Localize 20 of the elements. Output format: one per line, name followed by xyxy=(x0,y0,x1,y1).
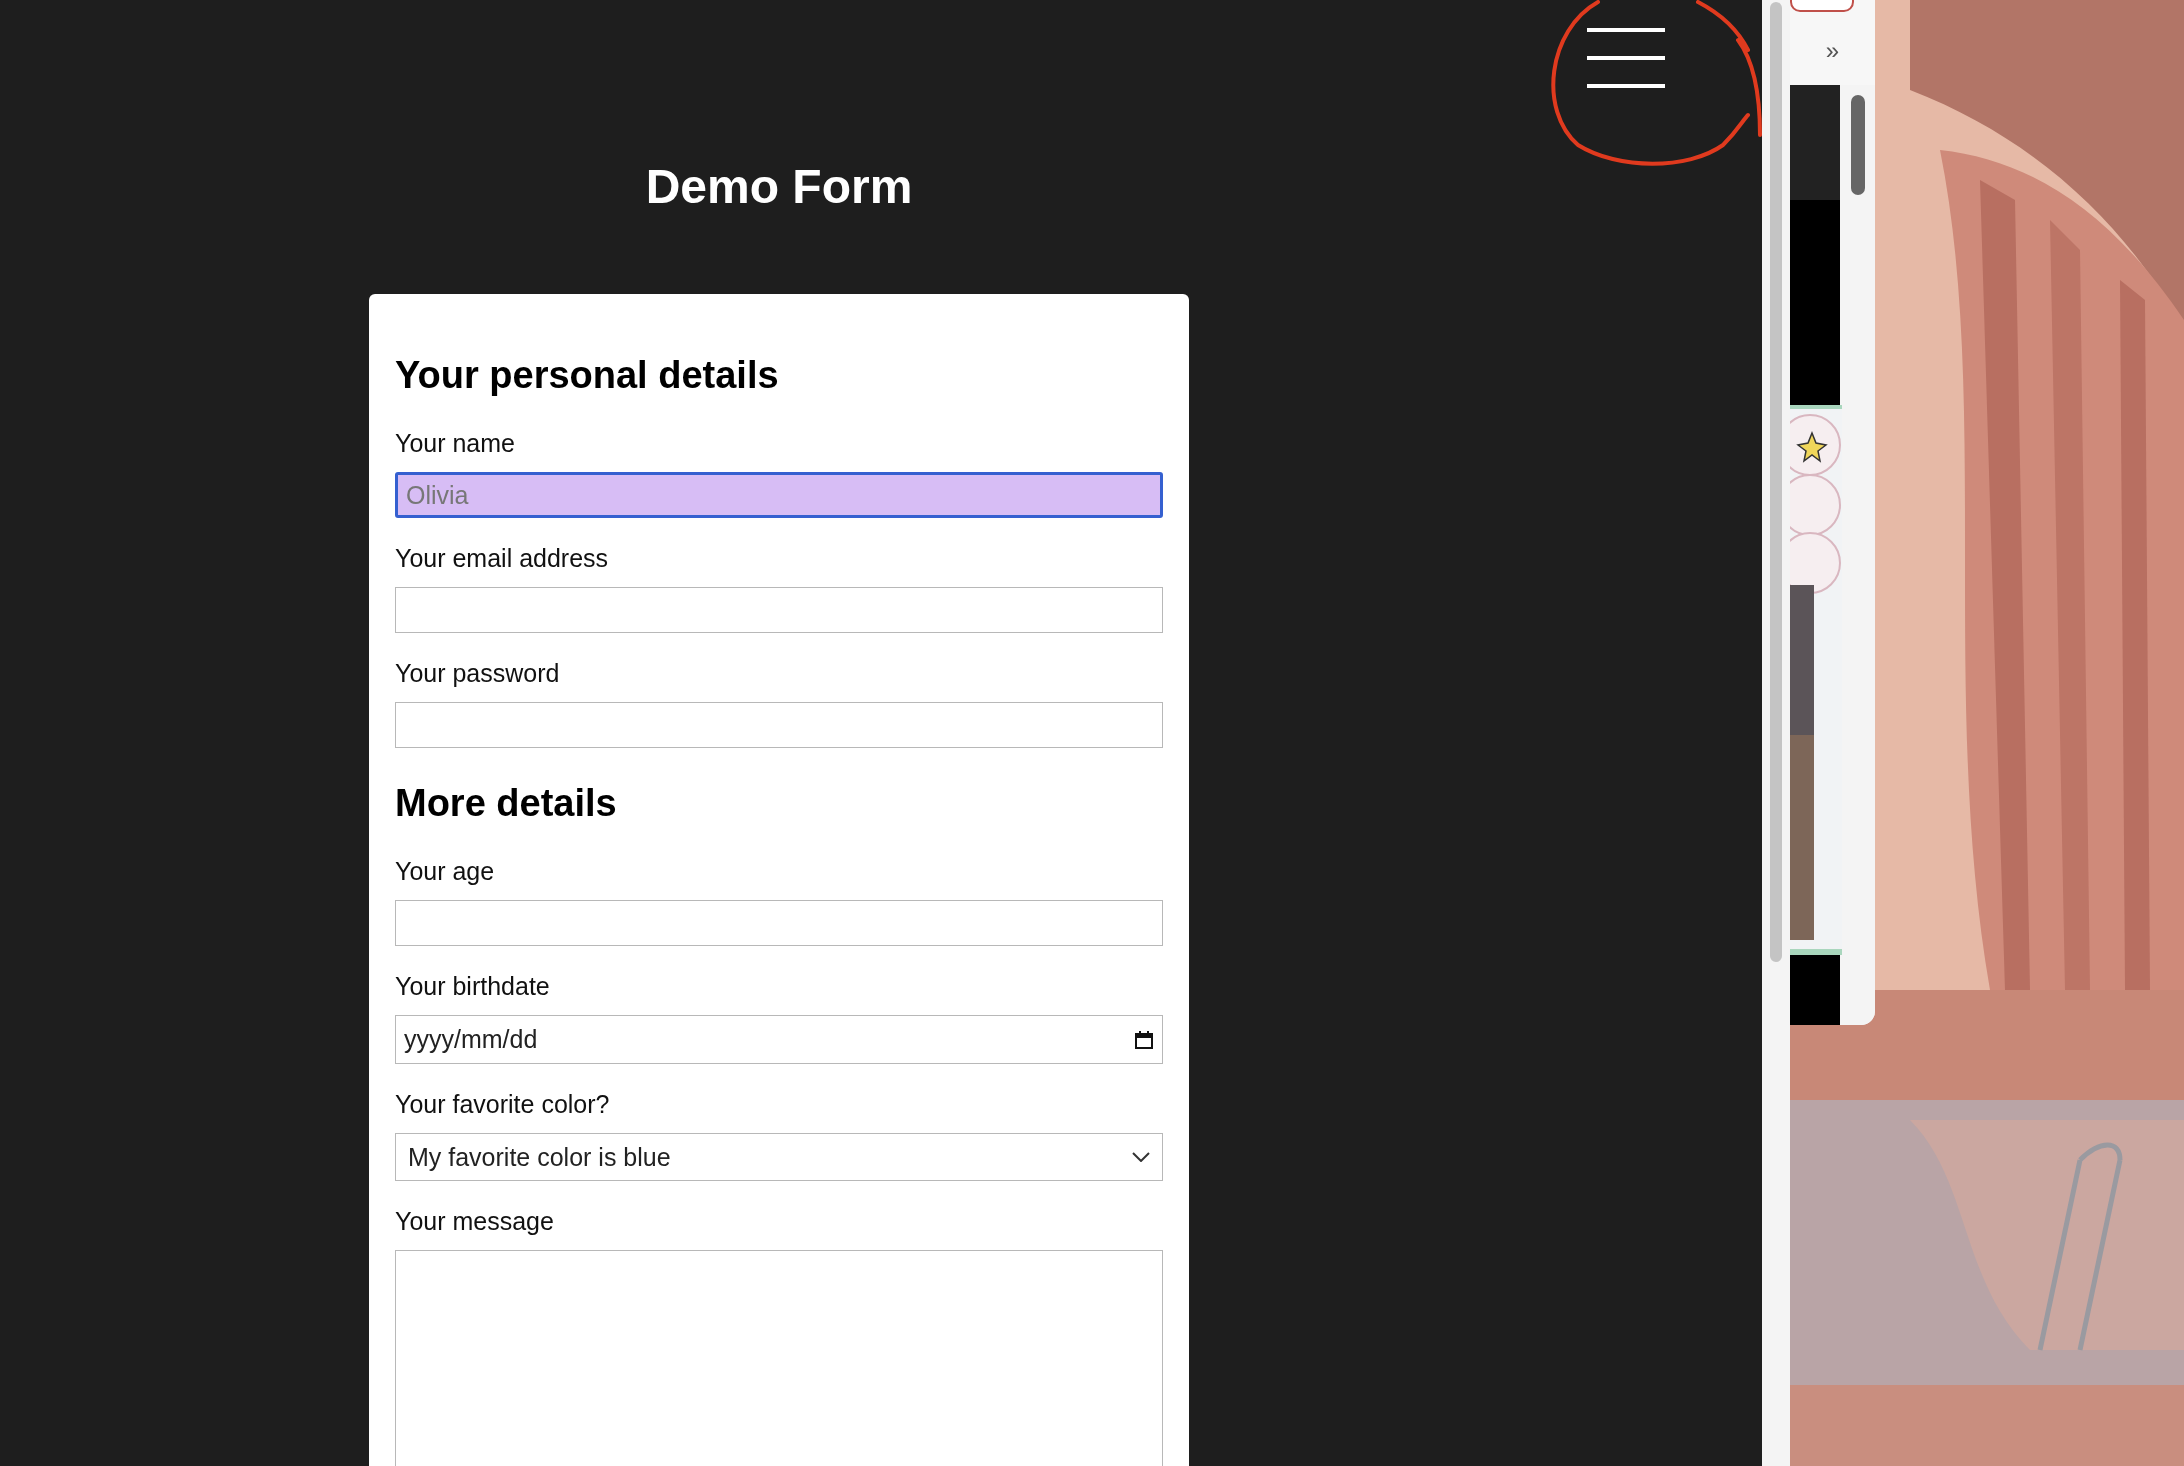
color-select[interactable]: My favorite color is blue xyxy=(395,1133,1163,1181)
field-label: Your name xyxy=(395,428,516,458)
text-field[interactable] xyxy=(395,587,1163,633)
text-field[interactable]: Olivia xyxy=(395,472,1163,518)
date-field[interactable]: yyyy/mm/dd xyxy=(395,1015,1163,1064)
field-label: Your password xyxy=(395,658,561,688)
chevron-down-icon xyxy=(1132,1152,1150,1162)
menu-button[interactable] xyxy=(1587,28,1665,88)
scrollbar[interactable] xyxy=(1762,0,1790,1466)
text-field[interactable] xyxy=(395,900,1163,946)
text-field[interactable] xyxy=(395,702,1163,748)
field-label: Your age xyxy=(395,856,496,886)
page-title: Demo Form xyxy=(645,159,913,215)
section-heading: Your personal details xyxy=(395,353,780,398)
section-heading: More details xyxy=(395,781,618,826)
field-label: Your birthdate xyxy=(395,971,551,1001)
field-label: Your message xyxy=(395,1206,555,1236)
field-label: Your email address xyxy=(395,543,610,573)
field-label: Your favorite color? xyxy=(395,1089,611,1119)
calendar-icon[interactable] xyxy=(1134,1029,1154,1050)
